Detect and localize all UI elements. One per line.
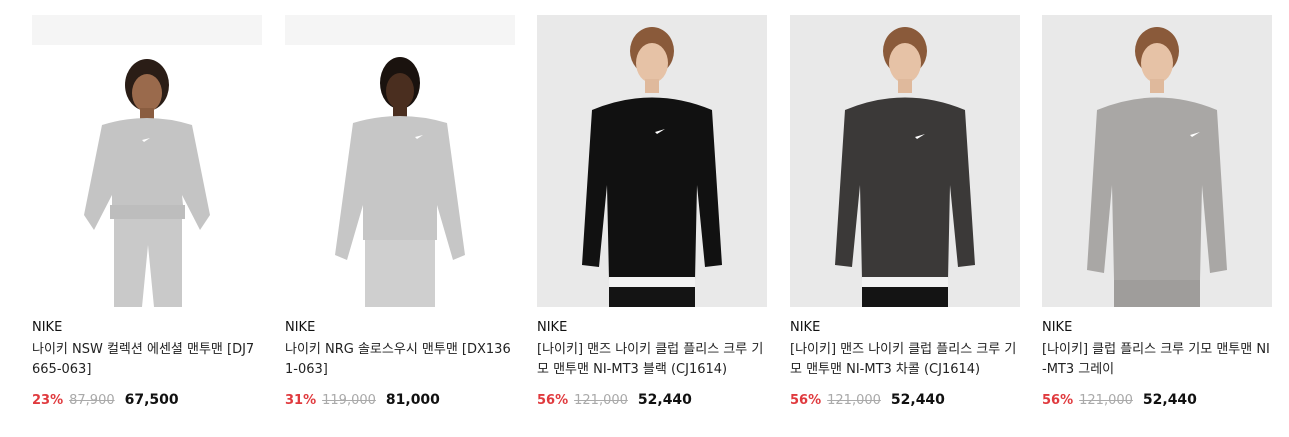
sale-price: 81,000 [385,392,440,408]
product-brand: NIKE [790,320,821,335]
product-card[interactable]: NIKE [나이키] 맨즈 나이키 클럽 플리스 크루 기모 맨투맨 NI-MT… [537,15,767,408]
sale-price: 52,440 [1142,392,1197,408]
sale-price: 67,500 [124,392,179,408]
discount-rate: 23% [32,393,64,408]
discount-rate: 31% [285,393,317,408]
original-price: 87,900 [69,393,115,408]
discount-rate: 56% [537,393,569,408]
product-name[interactable]: [나이키] 클럽 플리스 크루 기모 맨투맨 NI-MT3 그레이 [1042,340,1272,380]
discount-rate: 56% [790,393,822,408]
product-grid: NIKE 나이키 NSW 컬렉션 에센셜 맨투맨 [DJ7665-063] 23… [0,0,1289,437]
original-price: 121,000 [827,393,881,408]
discount-rate: 56% [1042,393,1074,408]
price-row: 56% 121,000 52,440 [1042,392,1272,408]
product-image[interactable] [790,15,1020,307]
product-name[interactable]: 나이키 NSW 컬렉션 에센셜 맨투맨 [DJ7665-063] [32,340,262,380]
price-row: 56% 121,000 52,440 [790,392,1020,408]
original-price: 121,000 [574,393,628,408]
product-name[interactable]: [나이키] 맨즈 나이키 클럽 플리스 크루 기모 맨투맨 NI-MT3 차콜 … [790,340,1020,380]
product-brand: NIKE [1042,320,1073,335]
sale-price: 52,440 [637,392,692,408]
product-brand: NIKE [285,320,316,335]
product-card[interactable]: NIKE [나이키] 맨즈 나이키 클럽 플리스 크루 기모 맨투맨 NI-MT… [790,15,1020,408]
product-image[interactable] [537,15,767,307]
price-row: 31% 119,000 81,000 [285,392,515,408]
original-price: 119,000 [322,393,376,408]
product-image[interactable] [1042,15,1272,307]
product-card[interactable]: NIKE 나이키 NRG 솔로스우시 맨투맨 [DX1361-063] 31% … [285,15,515,408]
product-brand: NIKE [537,320,568,335]
product-card[interactable]: NIKE 나이키 NSW 컬렉션 에센셜 맨투맨 [DJ7665-063] 23… [32,15,262,408]
product-brand: NIKE [32,320,63,335]
sale-price: 52,440 [890,392,945,408]
original-price: 121,000 [1079,393,1133,408]
product-image[interactable] [285,15,515,307]
product-name[interactable]: 나이키 NRG 솔로스우시 맨투맨 [DX1361-063] [285,340,515,380]
product-card[interactable]: NIKE [나이키] 클럽 플리스 크루 기모 맨투맨 NI-MT3 그레이 5… [1042,15,1272,408]
product-image[interactable] [32,15,262,307]
price-row: 23% 87,900 67,500 [32,392,262,408]
product-name[interactable]: [나이키] 맨즈 나이키 클럽 플리스 크루 기모 맨투맨 NI-MT3 블랙 … [537,340,767,380]
price-row: 56% 121,000 52,440 [537,392,767,408]
